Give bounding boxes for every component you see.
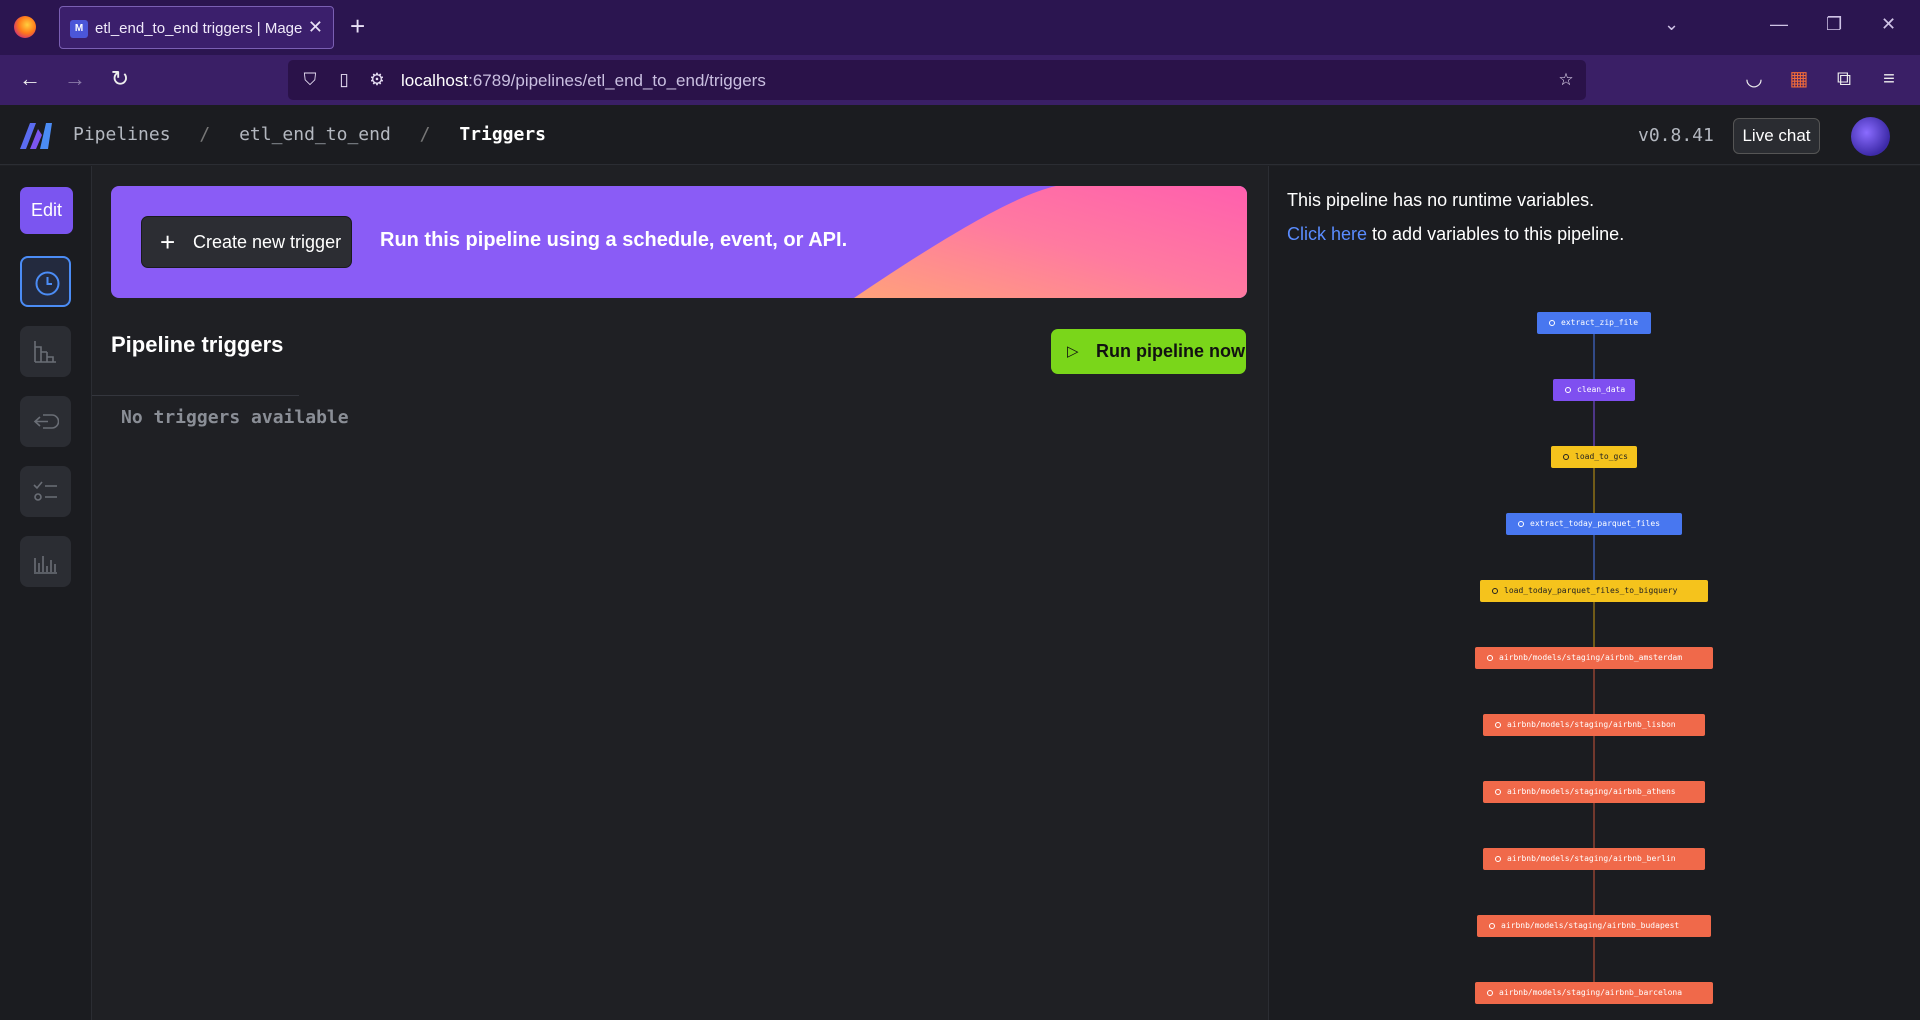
block-status-icon — [1563, 454, 1569, 460]
block-runs-nav-button[interactable] — [20, 326, 71, 377]
block-status-icon — [1565, 387, 1571, 393]
dag-node[interactable]: clean_data — [1553, 379, 1635, 401]
page-title: Pipeline triggers — [111, 332, 284, 357]
breadcrumb-separator: / — [419, 124, 431, 145]
tab-title: etl_end_to_end triggers | Mage — [95, 20, 303, 37]
extensions-puzzle-icon[interactable]: ⧉ — [1830, 65, 1858, 93]
breadcrumb-pipelines[interactable]: Pipelines — [73, 124, 171, 145]
browser-nav-bar: ← → ↻ ⛉ ▯ ⚙ localhost:6789/pipelines/etl… — [0, 55, 1920, 105]
version-label: v0.8.41 — [1638, 125, 1714, 146]
menu-icon[interactable]: ≡ — [1875, 65, 1903, 93]
block-status-icon — [1489, 923, 1495, 929]
divider — [92, 395, 299, 396]
block-status-icon — [1495, 722, 1501, 728]
plus-icon: + — [160, 227, 176, 257]
monitor-nav-button[interactable] — [20, 536, 71, 587]
dag-node-label: load_today_parquet_files_to_bigquery — [1504, 586, 1678, 595]
tests-nav-button[interactable] — [20, 466, 71, 517]
edit-button[interactable]: Edit — [20, 187, 73, 234]
empty-state-text: No triggers available — [121, 407, 349, 428]
dag-node[interactable]: airbnb/models/staging/airbnb_budapest — [1477, 915, 1711, 937]
back-arrow-icon[interactable]: ← — [16, 65, 44, 93]
create-trigger-banner: + Create new trigger Run this pipeline u… — [111, 186, 1247, 298]
url-text[interactable]: localhost:6789/pipelines/etl_end_to_end/… — [401, 71, 766, 91]
mage-logo-icon[interactable] — [20, 121, 52, 149]
window-close-icon[interactable]: ✕ — [1881, 14, 1896, 35]
blocks-icon — [34, 341, 56, 363]
browser-tab-bar: M etl_end_to_end triggers | Mage ✕ + ⌄ —… — [0, 0, 1920, 55]
breadcrumb: Pipelines / etl_end_to_end / Triggers — [73, 124, 564, 145]
shield-icon[interactable]: ⛉ — [299, 69, 321, 91]
right-panel: This pipeline has no runtime variables. … — [1268, 166, 1920, 1020]
app-header: Pipelines / etl_end_to_end / Triggers v0… — [0, 105, 1920, 165]
block-status-icon — [1487, 655, 1493, 661]
logs-icon — [33, 414, 59, 429]
clock-icon — [35, 271, 60, 296]
dag-node[interactable]: load_to_gcs — [1551, 446, 1637, 468]
firefox-logo-icon[interactable] — [14, 16, 36, 38]
monitor-icon — [34, 556, 57, 574]
dag-node[interactable]: airbnb/models/staging/airbnb_barcelona — [1475, 982, 1713, 1004]
block-status-icon — [1495, 856, 1501, 862]
left-rail: Edit — [0, 166, 92, 1020]
mage-favicon-icon: M — [70, 20, 88, 38]
block-status-icon — [1492, 588, 1498, 594]
extension-icon[interactable]: ▦ — [1785, 65, 1813, 93]
breadcrumb-current: Triggers — [459, 124, 547, 145]
dag-node[interactable]: load_today_parquet_files_to_bigquery — [1480, 580, 1708, 602]
dag-node-label: airbnb/models/staging/airbnb_athens — [1507, 787, 1676, 796]
permissions-icon[interactable]: ⚙ — [366, 69, 388, 91]
dag-node-label: clean_data — [1577, 385, 1626, 394]
block-status-icon — [1487, 990, 1493, 996]
breadcrumb-pipeline[interactable]: etl_end_to_end — [239, 124, 391, 145]
checklist-icon — [33, 481, 57, 501]
minimize-icon[interactable]: — — [1770, 14, 1788, 35]
dag-node[interactable]: extract_zip_file — [1537, 312, 1651, 334]
pocket-icon[interactable]: ◡ — [1740, 65, 1768, 93]
logs-nav-button[interactable] — [20, 396, 71, 447]
triggers-nav-button[interactable] — [20, 256, 71, 307]
dag-node-label: extract_today_parquet_files — [1530, 519, 1661, 528]
url-bar[interactable]: ⛉ ▯ ⚙ localhost:6789/pipelines/etl_end_t… — [288, 60, 1586, 100]
dag-node-label: extract_zip_file — [1561, 318, 1639, 327]
reload-icon[interactable]: ↻ — [106, 65, 134, 93]
banner-text: Run this pipeline using a schedule, even… — [380, 229, 848, 251]
run-pipeline-now-button[interactable]: ▷ Run pipeline now — [1051, 329, 1246, 374]
list-all-tabs-icon[interactable]: ⌄ — [1664, 14, 1679, 35]
run-pipeline-now-label: Run pipeline now — [1096, 341, 1245, 361]
browser-tab[interactable]: M etl_end_to_end triggers | Mage ✕ — [59, 6, 334, 49]
bookmark-star-icon[interactable]: ☆ — [1555, 69, 1577, 91]
dag-node-label: airbnb/models/staging/airbnb_budapest — [1501, 921, 1680, 930]
forward-arrow-icon[interactable]: → — [61, 65, 89, 93]
breadcrumb-separator: / — [199, 124, 211, 145]
dag-node[interactable]: extract_today_parquet_files — [1506, 513, 1682, 535]
restore-icon[interactable]: ❐ — [1826, 14, 1842, 35]
new-tab-icon[interactable]: + — [350, 11, 365, 41]
block-status-icon — [1518, 521, 1524, 527]
block-status-icon — [1549, 320, 1555, 326]
page-icon[interactable]: ▯ — [333, 69, 355, 91]
dag-node[interactable]: airbnb/models/staging/airbnb_athens — [1483, 781, 1705, 803]
dag-node-label: airbnb/models/staging/airbnb_amsterdam — [1499, 653, 1683, 662]
dag-node-label: airbnb/models/staging/airbnb_berlin — [1507, 854, 1676, 863]
create-new-trigger-label: Create new trigger — [193, 232, 342, 252]
dag-node[interactable]: airbnb/models/staging/airbnb_amsterdam — [1475, 647, 1713, 669]
dag-node[interactable]: airbnb/models/staging/airbnb_lisbon — [1483, 714, 1705, 736]
create-new-trigger-button[interactable]: + Create new trigger — [141, 216, 352, 268]
close-tab-icon[interactable]: ✕ — [308, 17, 323, 38]
play-icon: ▷ — [1067, 343, 1079, 360]
dag-node-label: airbnb/models/staging/airbnb_barcelona — [1499, 988, 1683, 997]
live-chat-button[interactable]: Live chat — [1733, 118, 1820, 154]
block-status-icon — [1495, 789, 1501, 795]
dag-node-label: airbnb/models/staging/airbnb_lisbon — [1507, 720, 1676, 729]
dag-node-label: load_to_gcs — [1575, 452, 1628, 461]
avatar[interactable] — [1851, 117, 1890, 156]
dag-node[interactable]: airbnb/models/staging/airbnb_berlin — [1483, 848, 1705, 870]
